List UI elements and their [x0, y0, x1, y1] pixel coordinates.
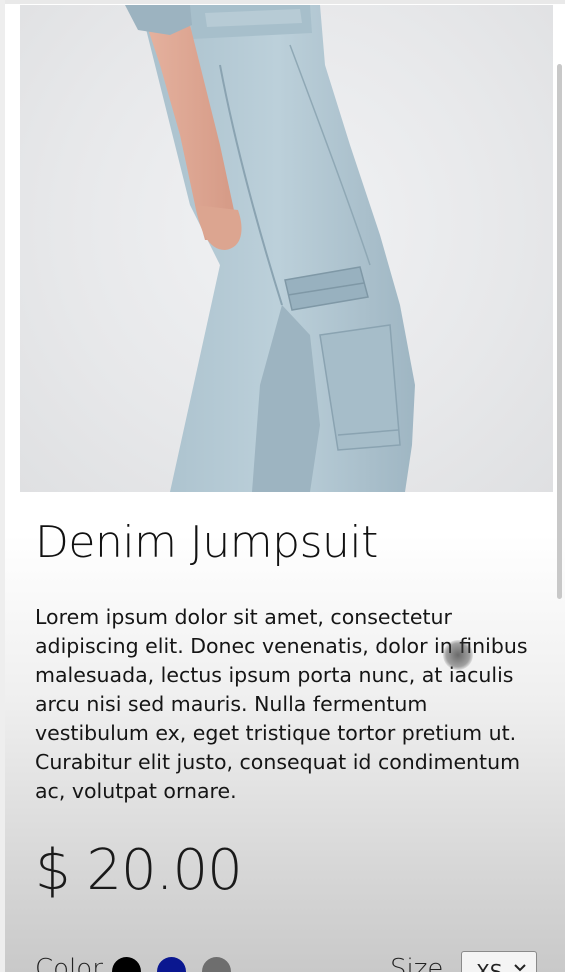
window-top-edge: [0, 0, 565, 4]
chevron-down-icon: [514, 964, 526, 972]
color-label: Color: [35, 954, 103, 972]
product-description: Lorem ipsum dolor sit amet, consectetur …: [35, 605, 528, 803]
denim-jumpsuit-photo: [125, 5, 415, 492]
color-swatch-navy[interactable]: [157, 957, 186, 972]
product-price: $ 20.00: [35, 838, 243, 903]
scrollbar[interactable]: [553, 0, 565, 972]
size-label: Size: [390, 954, 444, 972]
product-title: Denim Jumpsuit: [35, 517, 378, 568]
scrollbar-thumb[interactable]: [557, 64, 562, 599]
product-image: [20, 5, 553, 492]
product-options: Color Size XS: [35, 950, 540, 972]
color-swatch-black[interactable]: [112, 957, 141, 972]
size-select-value: XS: [476, 960, 503, 972]
window-left-edge: [0, 0, 5, 972]
size-select[interactable]: XS: [461, 951, 537, 972]
color-swatch-gray[interactable]: [202, 957, 231, 972]
